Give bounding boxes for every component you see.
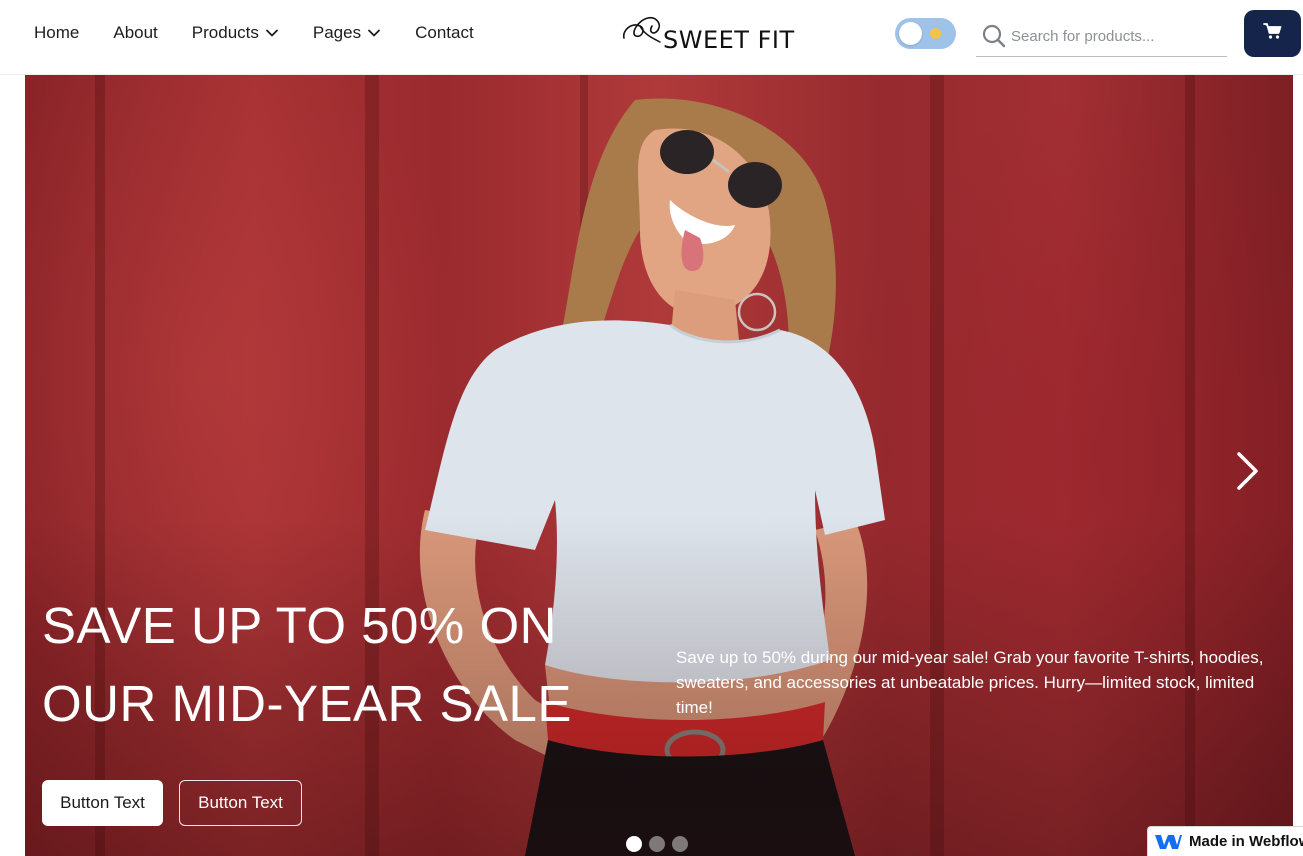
nav-item-about[interactable]: About — [113, 23, 157, 43]
cart-button[interactable] — [1244, 10, 1301, 57]
webflow-icon — [1153, 832, 1183, 852]
nav-item-home[interactable]: Home — [34, 23, 79, 43]
theme-toggle[interactable] — [895, 18, 956, 49]
hero-description: Save up to 50% during our mid-year sale!… — [676, 648, 1264, 717]
nav-item-products[interactable]: Products — [192, 23, 279, 43]
slider-dot-1[interactable] — [626, 836, 642, 852]
chevron-down-icon — [265, 26, 279, 40]
slider-dot-3[interactable] — [672, 836, 688, 852]
brand-logo[interactable]: SWEET FIT — [620, 10, 794, 54]
logo-mark-icon — [620, 12, 666, 48]
nav-item-pages[interactable]: Pages — [313, 23, 381, 43]
search-bar — [976, 16, 1227, 57]
nav-item-label: Home — [34, 23, 80, 42]
hero-heading: SAVE UP TO 50% ON OUR MID-YEAR SALE — [42, 597, 572, 732]
search-input[interactable] — [1011, 27, 1221, 45]
site-header: Home About Products Pages Contact SWEET … — [0, 0, 1303, 75]
badge-label: Made in Webflow — [1189, 833, 1303, 850]
nav-item-label: About — [113, 23, 158, 42]
primary-cta-button[interactable]: Button Text — [42, 780, 163, 826]
main-nav: Home About Products Pages Contact — [34, 20, 474, 46]
nav-item-label: Contact — [415, 23, 474, 42]
sun-icon — [930, 28, 941, 39]
slider-dot-2[interactable] — [649, 836, 665, 852]
chevron-right-icon[interactable] — [1230, 450, 1264, 492]
secondary-cta-button[interactable]: Button Text — [179, 780, 302, 826]
cart-icon — [1262, 22, 1283, 45]
nav-item-contact[interactable]: Contact — [415, 23, 474, 43]
made-in-webflow-badge[interactable]: Made in Webflow — [1147, 826, 1303, 856]
slider-dots — [626, 836, 695, 852]
toggle-knob — [899, 22, 922, 45]
search-icon[interactable] — [981, 23, 1007, 49]
chevron-down-icon — [367, 26, 381, 40]
nav-item-label: Pages — [312, 23, 362, 42]
hero-slider: SAVE UP TO 50% ON OUR MID-YEAR SALE Save… — [25, 75, 1293, 856]
brand-name: SWEET FIT — [663, 26, 795, 54]
nav-item-label: Products — [191, 23, 259, 42]
